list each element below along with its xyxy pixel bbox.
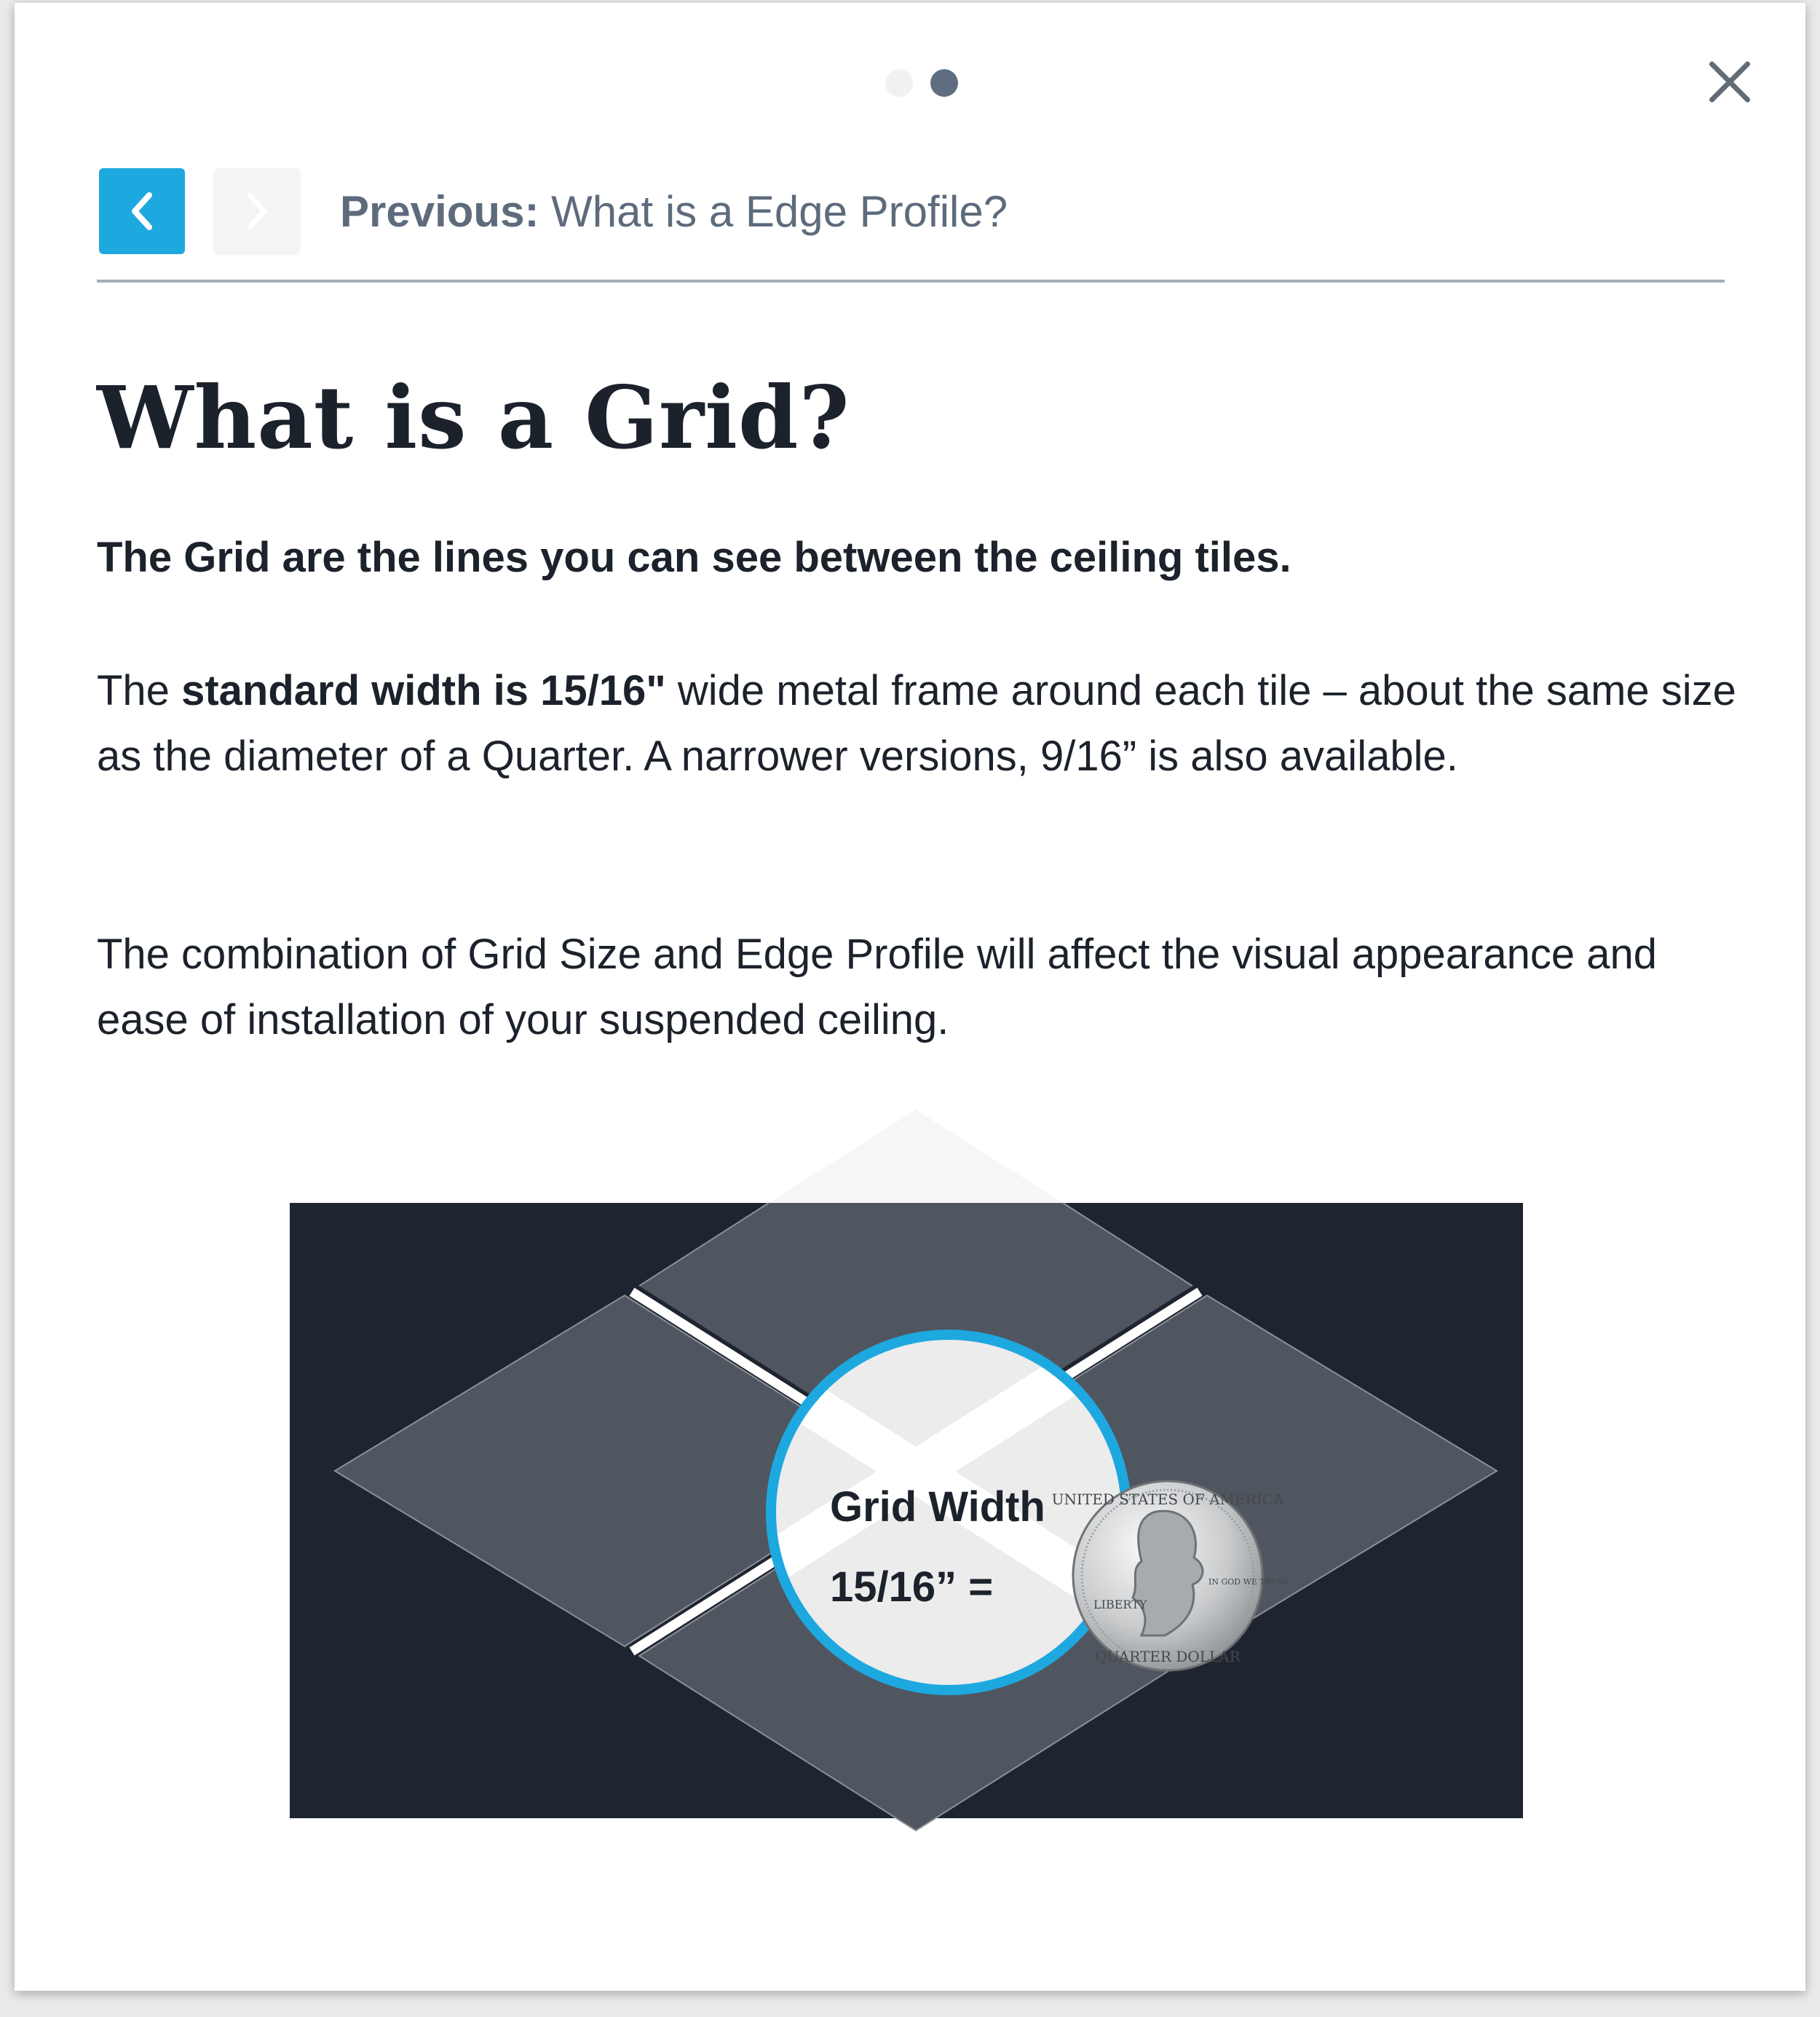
- pagination-dots: [885, 69, 958, 97]
- chevron-left-icon: [132, 192, 152, 230]
- combination-paragraph: The combination of Grid Size and Edge Pr…: [97, 931, 1657, 1043]
- previous-title: What is a Edge Profile?: [551, 186, 1008, 236]
- p1-text-start: The: [97, 667, 182, 714]
- grid-width-diagram: Grid Width 15/16” = UNITED STATES OF AME…: [290, 1110, 1523, 1832]
- previous-link[interactable]: Previous: What is a Edge Profile?: [340, 186, 1008, 237]
- next-button[interactable]: [214, 168, 300, 254]
- coin-left-text: LIBERTY: [1093, 1598, 1147, 1611]
- coin-bottom-text: QUARTER DOLLAR: [1095, 1648, 1241, 1665]
- pagination-dot-1[interactable]: [885, 69, 913, 97]
- coin-right-text: IN GOD WE TRUST: [1208, 1577, 1289, 1587]
- chevron-right-icon: [247, 192, 267, 230]
- lead-text: The Grid are the lines you can see betwe…: [97, 534, 1291, 581]
- previous-nav: Previous: What is a Edge Profile?: [99, 168, 1008, 254]
- p1-bold-text: standard width is 15/16": [181, 667, 666, 714]
- standard-width-paragraph: The standard width is 15/16" wide metal …: [97, 658, 1742, 789]
- previous-button[interactable]: [99, 168, 185, 254]
- coin-top-text: UNITED STATES OF AMERICA: [1052, 1491, 1284, 1508]
- tile-peek: [769, 1110, 1063, 1203]
- grid-width-value: 15/16” =: [830, 1563, 993, 1611]
- close-icon[interactable]: [1706, 58, 1753, 105]
- previous-label: Previous:: [340, 186, 539, 236]
- pagination-dot-2-active[interactable]: [930, 69, 958, 97]
- divider: [97, 280, 1725, 283]
- page-title: What is a Grid?: [97, 367, 850, 468]
- grid-info-modal: Previous: What is a Edge Profile? What i…: [15, 3, 1805, 1991]
- grid-width-label: Grid Width: [830, 1483, 1045, 1531]
